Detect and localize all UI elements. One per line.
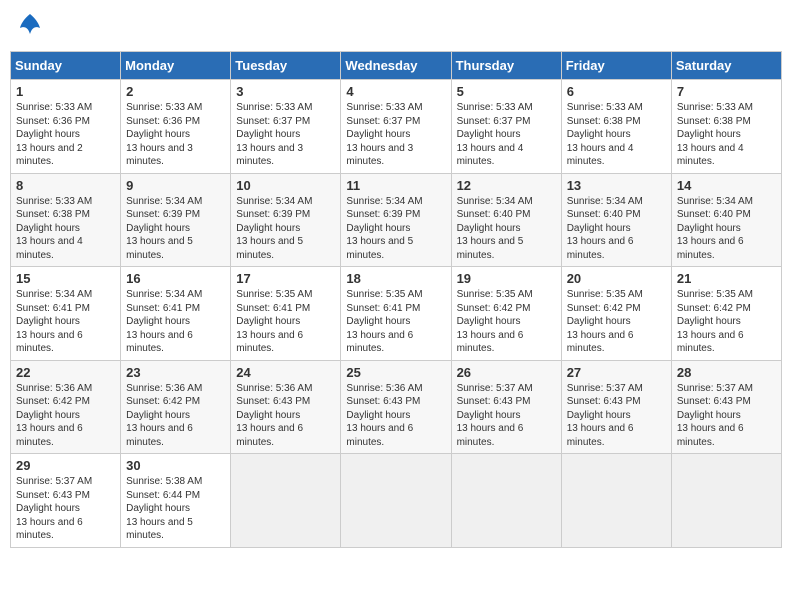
logo-text xyxy=(14,10,44,43)
calendar-day-20: 20Sunrise: 5:35 AMSunset: 6:42 PMDayligh… xyxy=(561,267,671,361)
calendar-day-16: 16Sunrise: 5:34 AMSunset: 6:41 PMDayligh… xyxy=(121,267,231,361)
weekday-saturday: Saturday xyxy=(671,52,781,80)
calendar-day-26: 26Sunrise: 5:37 AMSunset: 6:43 PMDayligh… xyxy=(451,360,561,454)
weekday-sunday: Sunday xyxy=(11,52,121,80)
weekday-tuesday: Tuesday xyxy=(231,52,341,80)
weekday-wednesday: Wednesday xyxy=(341,52,451,80)
calendar-day-25: 25Sunrise: 5:36 AMSunset: 6:43 PMDayligh… xyxy=(341,360,451,454)
page-header xyxy=(10,10,782,43)
calendar-day-18: 18Sunrise: 5:35 AMSunset: 6:41 PMDayligh… xyxy=(341,267,451,361)
calendar-day-4: 4Sunrise: 5:33 AMSunset: 6:37 PMDaylight… xyxy=(341,80,451,174)
calendar-week-2: 15Sunrise: 5:34 AMSunset: 6:41 PMDayligh… xyxy=(11,267,782,361)
calendar-body: 1Sunrise: 5:33 AMSunset: 6:36 PMDaylight… xyxy=(11,80,782,548)
calendar-day-empty xyxy=(341,454,451,548)
calendar-day-7: 7Sunrise: 5:33 AMSunset: 6:38 PMDaylight… xyxy=(671,80,781,174)
calendar-day-24: 24Sunrise: 5:36 AMSunset: 6:43 PMDayligh… xyxy=(231,360,341,454)
calendar-week-1: 8Sunrise: 5:33 AMSunset: 6:38 PMDaylight… xyxy=(11,173,782,267)
calendar-day-17: 17Sunrise: 5:35 AMSunset: 6:41 PMDayligh… xyxy=(231,267,341,361)
calendar-day-6: 6Sunrise: 5:33 AMSunset: 6:38 PMDaylight… xyxy=(561,80,671,174)
calendar-day-28: 28Sunrise: 5:37 AMSunset: 6:43 PMDayligh… xyxy=(671,360,781,454)
calendar-day-8: 8Sunrise: 5:33 AMSunset: 6:38 PMDaylight… xyxy=(11,173,121,267)
calendar-day-empty xyxy=(451,454,561,548)
calendar-day-14: 14Sunrise: 5:34 AMSunset: 6:40 PMDayligh… xyxy=(671,173,781,267)
calendar-week-3: 22Sunrise: 5:36 AMSunset: 6:42 PMDayligh… xyxy=(11,360,782,454)
calendar-day-empty xyxy=(671,454,781,548)
calendar-day-30: 30Sunrise: 5:38 AMSunset: 6:44 PMDayligh… xyxy=(121,454,231,548)
calendar-week-0: 1Sunrise: 5:33 AMSunset: 6:36 PMDaylight… xyxy=(11,80,782,174)
weekday-thursday: Thursday xyxy=(451,52,561,80)
calendar-day-1: 1Sunrise: 5:33 AMSunset: 6:36 PMDaylight… xyxy=(11,80,121,174)
calendar-day-9: 9Sunrise: 5:34 AMSunset: 6:39 PMDaylight… xyxy=(121,173,231,267)
calendar-day-5: 5Sunrise: 5:33 AMSunset: 6:37 PMDaylight… xyxy=(451,80,561,174)
calendar-day-22: 22Sunrise: 5:36 AMSunset: 6:42 PMDayligh… xyxy=(11,360,121,454)
calendar-week-4: 29Sunrise: 5:37 AMSunset: 6:43 PMDayligh… xyxy=(11,454,782,548)
calendar-day-10: 10Sunrise: 5:34 AMSunset: 6:39 PMDayligh… xyxy=(231,173,341,267)
calendar-day-12: 12Sunrise: 5:34 AMSunset: 6:40 PMDayligh… xyxy=(451,173,561,267)
calendar-day-2: 2Sunrise: 5:33 AMSunset: 6:36 PMDaylight… xyxy=(121,80,231,174)
calendar-day-11: 11Sunrise: 5:34 AMSunset: 6:39 PMDayligh… xyxy=(341,173,451,267)
calendar-day-empty xyxy=(231,454,341,548)
calendar-day-13: 13Sunrise: 5:34 AMSunset: 6:40 PMDayligh… xyxy=(561,173,671,267)
weekday-header-row: SundayMondayTuesdayWednesdayThursdayFrid… xyxy=(11,52,782,80)
logo-icon xyxy=(16,10,44,38)
calendar-day-19: 19Sunrise: 5:35 AMSunset: 6:42 PMDayligh… xyxy=(451,267,561,361)
calendar-day-21: 21Sunrise: 5:35 AMSunset: 6:42 PMDayligh… xyxy=(671,267,781,361)
calendar-day-29: 29Sunrise: 5:37 AMSunset: 6:43 PMDayligh… xyxy=(11,454,121,548)
calendar-day-23: 23Sunrise: 5:36 AMSunset: 6:42 PMDayligh… xyxy=(121,360,231,454)
calendar-day-3: 3Sunrise: 5:33 AMSunset: 6:37 PMDaylight… xyxy=(231,80,341,174)
logo xyxy=(14,10,44,43)
calendar-day-27: 27Sunrise: 5:37 AMSunset: 6:43 PMDayligh… xyxy=(561,360,671,454)
weekday-monday: Monday xyxy=(121,52,231,80)
weekday-friday: Friday xyxy=(561,52,671,80)
calendar-day-15: 15Sunrise: 5:34 AMSunset: 6:41 PMDayligh… xyxy=(11,267,121,361)
calendar-day-empty xyxy=(561,454,671,548)
calendar-table: SundayMondayTuesdayWednesdayThursdayFrid… xyxy=(10,51,782,548)
